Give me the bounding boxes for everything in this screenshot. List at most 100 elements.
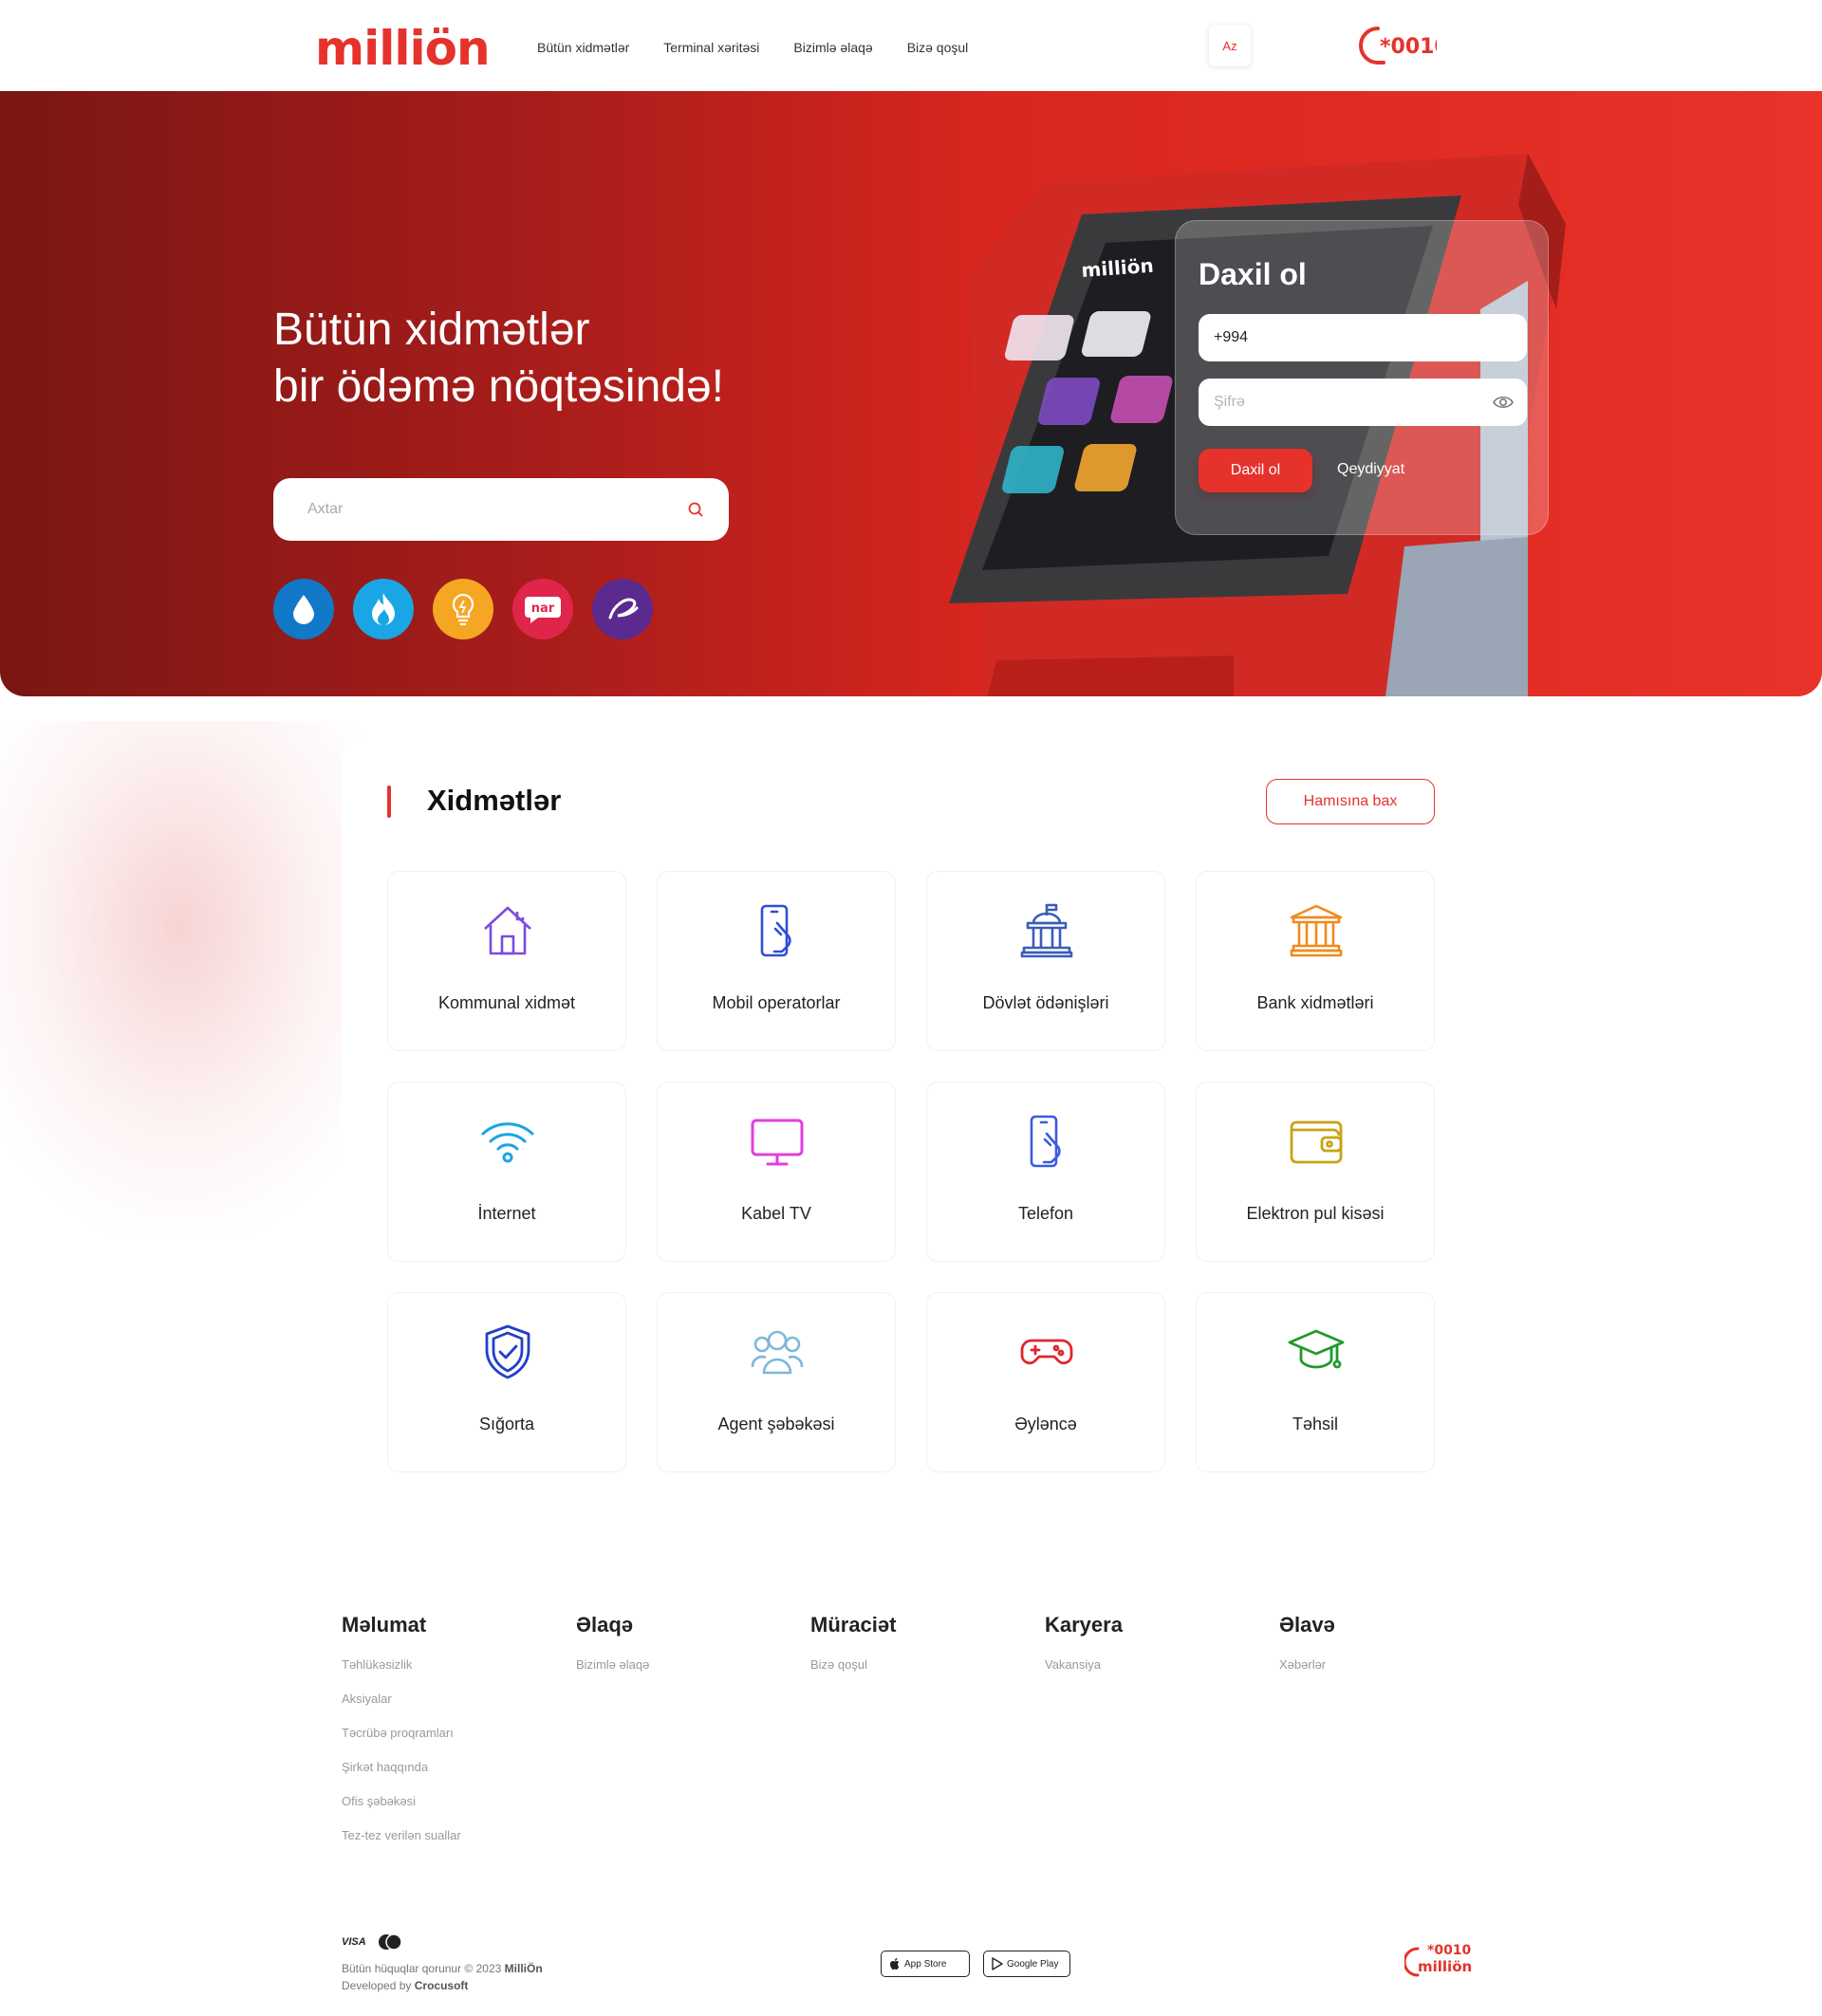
service-card-utilities[interactable]: Kommunal xidmət	[387, 871, 626, 1051]
nav-join[interactable]: Bizə qoşul	[907, 40, 969, 55]
gas-flame-icon	[372, 593, 395, 625]
monitor-icon	[751, 1119, 804, 1166]
service-card-internet[interactable]: İnternet	[387, 1082, 626, 1262]
service-label: Kommunal xidmət	[437, 993, 576, 1012]
quick-service-nar[interactable]: nar	[512, 579, 573, 639]
graduation-cap-icon	[1288, 1329, 1345, 1369]
nav-all-services[interactable]: Bütün xidmətlər	[537, 40, 629, 55]
site-header: milliön Bütün xidmətlər Terminal xəritəs…	[0, 0, 1822, 91]
footer-column-title: Karyera	[1045, 1613, 1123, 1637]
service-card-education[interactable]: Təhsil	[1196, 1292, 1435, 1472]
footer-link[interactable]: Tez-tez verilən suallar	[342, 1827, 461, 1861]
quick-service-azercell[interactable]	[592, 579, 653, 639]
service-card-agent-network[interactable]: Agent şəbəkəsi	[657, 1292, 896, 1472]
hotline-number: *0010	[1380, 35, 1437, 59]
brand-logo[interactable]: milliön	[315, 21, 491, 76]
service-card-government-payments[interactable]: Dövlət ödənişləri	[926, 871, 1165, 1051]
footer-logo-brand: milliön	[1418, 1958, 1472, 1975]
footer-column-contact: Əlaqə Bizimlə əlaqə	[576, 1613, 649, 1691]
hero-title-line1: Bütün xidmətlər	[273, 305, 590, 355]
search-bar	[273, 478, 729, 541]
visa-icon: VISA	[342, 1936, 366, 1948]
mastercard-icon	[378, 1933, 402, 1951]
search-input[interactable]	[307, 478, 668, 541]
services-title: Xidmətlər	[427, 784, 562, 817]
nav-terminal-map[interactable]: Terminal xəritəsi	[663, 40, 759, 55]
footer-link[interactable]: Şirkət haqqında	[342, 1759, 461, 1793]
phone-hand-icon	[1030, 1115, 1061, 1168]
footer-link[interactable]: Xəbərlər	[1279, 1656, 1335, 1691]
main-nav: Bütün xidmətlər Terminal xəritəsi Biziml…	[537, 40, 968, 55]
section-accent-bar	[387, 786, 391, 818]
footer-column-apply: Müraciət Bizə qoşul	[810, 1613, 896, 1691]
service-card-insurance[interactable]: Sığorta	[387, 1292, 626, 1472]
quick-service-water[interactable]	[273, 579, 334, 639]
service-label: Təhsil	[1292, 1415, 1338, 1433]
wifi-icon	[481, 1122, 534, 1163]
footer-column-extra: Əlavə Xəbərlər	[1279, 1613, 1335, 1691]
footer-column-title: Müraciət	[810, 1613, 897, 1637]
service-label: Elektron pul kisəsi	[1246, 1204, 1385, 1223]
eye-icon[interactable]	[1493, 393, 1514, 412]
svg-text:nar: nar	[531, 601, 555, 616]
nav-contact[interactable]: Bizimlə əlaqə	[793, 40, 872, 55]
developer-link[interactable]: Crocusoft	[415, 1979, 469, 1992]
footer-link[interactable]: Aksiyalar	[342, 1691, 461, 1725]
see-all-button[interactable]: Hamısına bax	[1266, 779, 1435, 824]
footer-link[interactable]: Təhlükəsizlik	[342, 1656, 461, 1691]
footer-column-info: Məlumat Təhlükəsizlik Aksiyalar Təcrübə …	[342, 1613, 461, 1861]
service-card-e-wallet[interactable]: Elektron pul kisəsi	[1196, 1082, 1435, 1262]
google-play-icon	[992, 1957, 1003, 1970]
service-label: İnternet	[477, 1204, 536, 1223]
app-store-badges: App Store Google Play	[881, 1951, 1070, 1977]
footer-column-title: Əlaqə	[576, 1613, 633, 1637]
language-switcher[interactable]: Az	[1209, 25, 1251, 66]
footer-link[interactable]: Ofis şəbəkəsi	[342, 1793, 461, 1827]
password-input[interactable]	[1214, 379, 1498, 426]
footer-link[interactable]: Bizə qoşul	[810, 1656, 896, 1691]
azercell-icon	[608, 598, 639, 620]
apple-icon	[890, 1958, 900, 1970]
password-field	[1199, 379, 1527, 426]
google-play-label: Google Play	[1007, 1958, 1059, 1970]
footer-column-career: Karyera Vakansiya	[1045, 1613, 1123, 1691]
phone-input[interactable]	[1214, 314, 1498, 361]
footer-column-title: Məlumat	[342, 1613, 427, 1637]
quick-service-gas[interactable]	[353, 579, 414, 639]
payment-methods: VISA	[342, 1933, 402, 1951]
house-icon	[484, 906, 531, 955]
footer-link[interactable]: Bizimlə əlaqə	[576, 1656, 649, 1691]
service-label: Sığorta	[478, 1415, 535, 1433]
service-card-mobile-operators[interactable]: Mobil operatorlar	[657, 871, 896, 1051]
water-drop-icon	[293, 595, 314, 624]
hero-banner: milliön Bütün xidmətlər bir ödəmə nöqtəs…	[0, 91, 1822, 696]
wallet-icon	[1290, 1120, 1343, 1164]
google-play-badge[interactable]: Google Play	[983, 1951, 1070, 1977]
nar-icon: nar	[525, 597, 561, 623]
service-card-cable-tv[interactable]: Kabel TV	[657, 1082, 896, 1262]
phone-field	[1199, 314, 1527, 361]
quick-service-electricity[interactable]	[433, 579, 493, 639]
service-card-entertainment[interactable]: Əyləncə	[926, 1292, 1165, 1472]
login-submit-button[interactable]: Daxil ol	[1199, 449, 1312, 492]
footer-link[interactable]: Təcrübə proqramları	[342, 1725, 461, 1759]
shield-icon	[485, 1324, 530, 1379]
gamepad-icon	[1020, 1339, 1073, 1365]
lightbulb-icon	[452, 593, 474, 626]
hero-title-line2: bir ödəmə nöqtəsində!	[273, 361, 724, 412]
app-store-badge[interactable]: App Store	[881, 1951, 970, 1977]
hotline-logo[interactable]: *0010	[1357, 23, 1437, 68]
phone-hand-icon	[760, 904, 791, 957]
register-link[interactable]: Qeydiyyat	[1337, 461, 1404, 478]
decorative-glow	[0, 721, 399, 1233]
service-label: Agent şəbəkəsi	[717, 1415, 835, 1433]
footer-link[interactable]: Vakansiya	[1045, 1656, 1123, 1691]
footer-logo[interactable]: *0010 milliön	[1404, 1939, 1473, 1985]
copyright-brand: MilliÖn	[504, 1962, 543, 1975]
app-store-label: App Store	[904, 1958, 947, 1970]
search-icon[interactable]	[687, 501, 704, 518]
service-card-telephone[interactable]: Telefon	[926, 1082, 1165, 1262]
copyright: Bütün hüquqlar qorunur © 2023 MilliÖn De…	[342, 1960, 543, 1994]
service-card-bank-services[interactable]: Bank xidmətləri	[1196, 871, 1435, 1051]
service-label: Bank xidmətləri	[1256, 993, 1374, 1012]
